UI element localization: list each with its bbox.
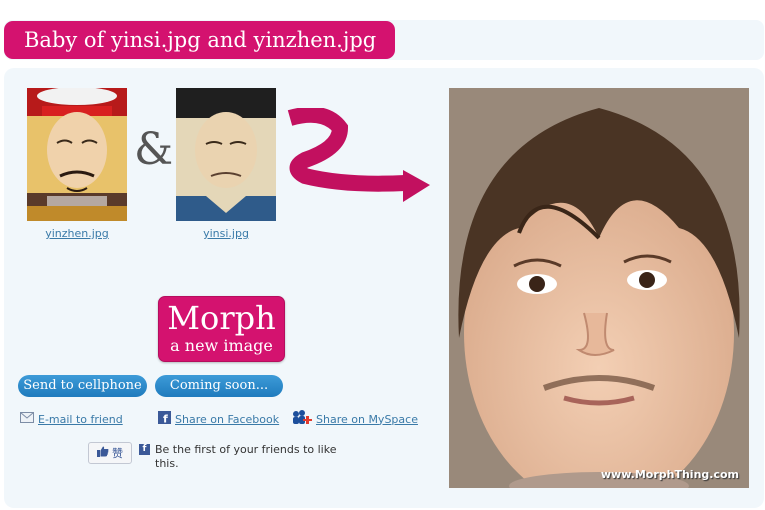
envelope-icon <box>20 412 34 426</box>
page-title: Baby of yinsi.jpg and yinzhen.jpg <box>4 21 395 59</box>
morph-button-title: Morph <box>167 299 276 337</box>
share-on-myspace-label: Share on MySpace <box>316 412 418 426</box>
arrow-icon <box>287 108 430 202</box>
facebook-like-label: 赞 <box>112 447 123 460</box>
facebook-icon: f <box>158 411 171 427</box>
ampersand: & <box>134 124 174 175</box>
share-on-myspace-link[interactable]: Share on MySpace <box>292 410 418 428</box>
share-on-facebook-link[interactable]: f Share on Facebook <box>158 411 279 427</box>
facebook-like-text: Be the first of your friends to like thi… <box>155 443 337 470</box>
myspace-icon <box>292 410 312 428</box>
facebook-like-button[interactable]: 赞 <box>88 442 132 464</box>
morph-new-image-button[interactable]: Morph a new image <box>158 296 285 362</box>
svg-text:f: f <box>163 413 168 425</box>
parent-link-yinzhen[interactable]: yinzhen.jpg <box>27 227 127 240</box>
morphthing-watermark: www.MorphThing.com <box>600 468 739 481</box>
email-to-friend-label: E-mail to friend <box>38 412 123 426</box>
coming-soon-button[interactable]: Coming soon... <box>155 375 283 397</box>
result-baby-photo: www.MorphThing.com <box>449 88 749 488</box>
email-to-friend-link[interactable]: E-mail to friend <box>20 411 123 427</box>
parent-photo-yinzhen[interactable] <box>27 88 127 221</box>
send-to-cellphone-button[interactable]: Send to cellphone <box>18 375 147 397</box>
share-on-facebook-label: Share on Facebook <box>175 412 280 426</box>
facebook-small-icon: f <box>139 444 150 455</box>
thumbs-up-icon <box>97 446 109 460</box>
parent-photo-yinsi[interactable] <box>176 88 276 221</box>
morph-button-subtitle: a new image <box>170 336 273 355</box>
parent-link-yinsi[interactable]: yinsi.jpg <box>176 227 276 240</box>
